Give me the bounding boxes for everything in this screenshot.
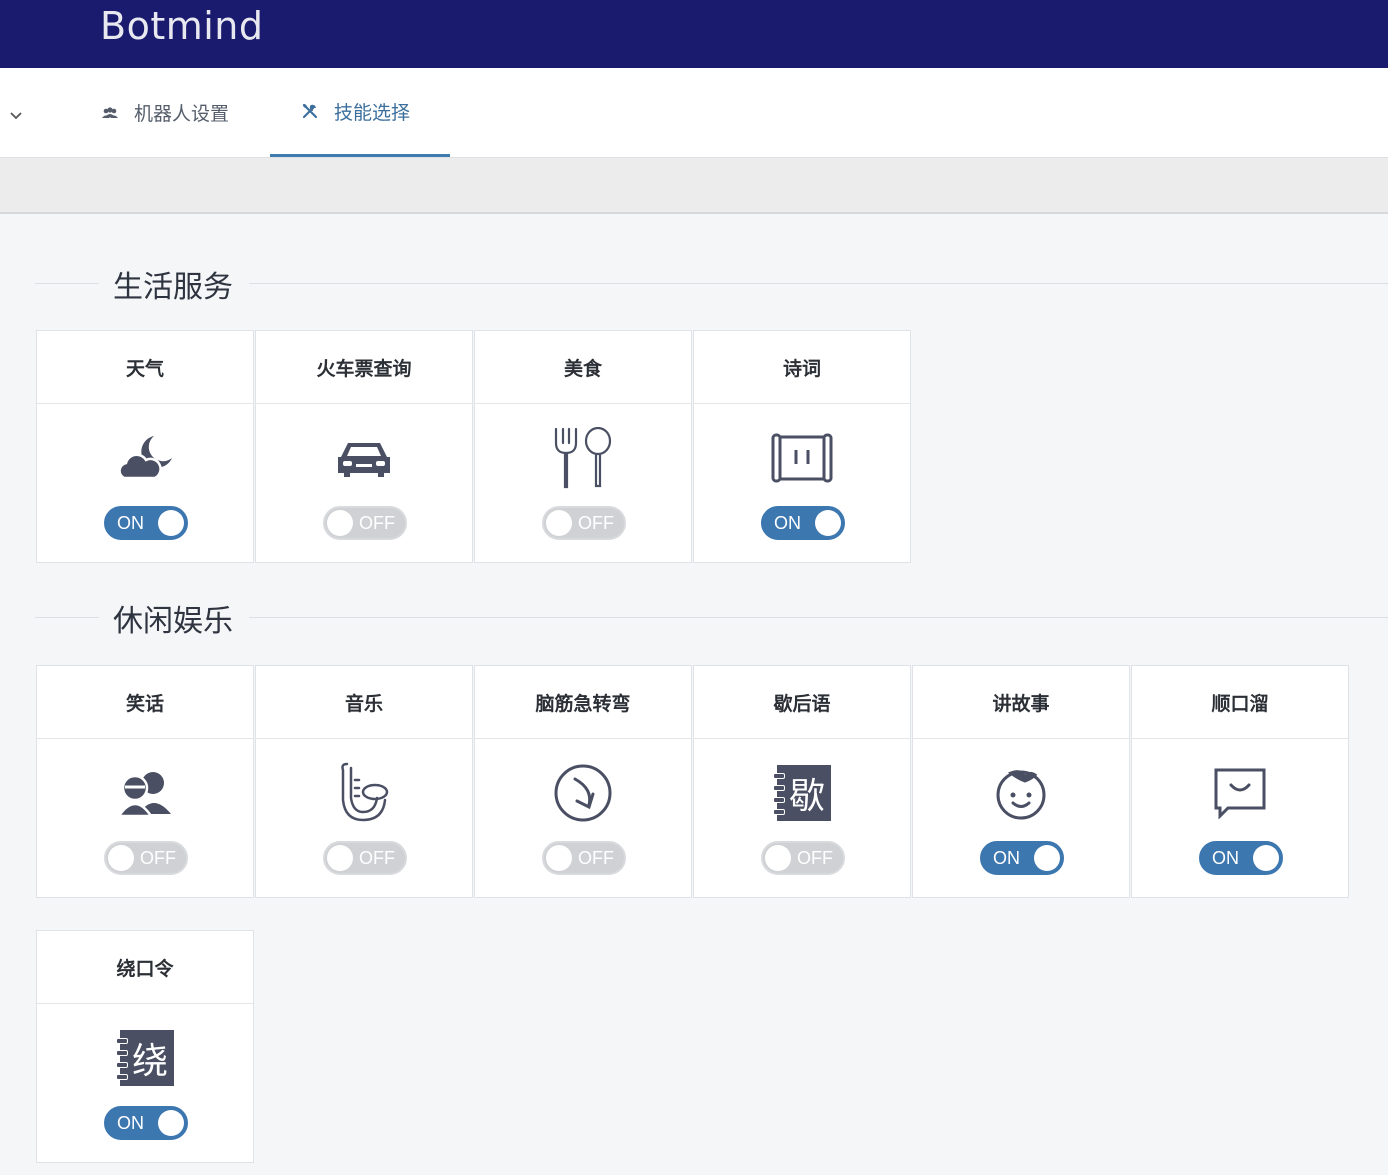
top-bar: Botmind — [0, 0, 1388, 68]
skill-toggle[interactable]: OFF — [323, 841, 407, 875]
section-title-life: 生活服务 — [35, 262, 1388, 306]
cloud-moon-icon — [37, 426, 253, 490]
skill-toggle[interactable]: ON — [1199, 841, 1283, 875]
tab-skill-select[interactable]: 技能选择 — [270, 68, 450, 157]
users-icon — [100, 103, 120, 123]
skill-card: 顺口溜 ON — [1131, 665, 1349, 898]
notebook-icon: 绕 — [37, 1026, 253, 1090]
skill-card: 绕口令 绕 ON — [36, 930, 254, 1163]
tab-label: 技能选择 — [334, 101, 411, 124]
toggle-knob — [815, 510, 841, 536]
skill-card: 笑话 OFF — [36, 665, 254, 898]
fork-spoon-icon — [475, 426, 691, 490]
toggle-knob — [546, 510, 572, 536]
tools-icon — [300, 101, 320, 121]
toggle-knob — [158, 1110, 184, 1136]
toggle-knob — [327, 510, 353, 536]
skill-toggle[interactable]: ON — [980, 841, 1064, 875]
skill-card: 脑筋急转弯 OFF — [474, 665, 692, 898]
tab-robot-settings[interactable]: 机器人设置 — [100, 68, 229, 157]
skill-card: 讲故事 ON — [912, 665, 1130, 898]
toggle-knob — [1034, 845, 1060, 871]
skill-card: 歇后语 歇 OFF — [693, 665, 911, 898]
toolbar-strip — [0, 158, 1388, 214]
skill-toggle[interactable]: OFF — [761, 841, 845, 875]
chevron-down-icon[interactable] — [8, 108, 24, 124]
skill-card: 诗词 ON — [693, 330, 911, 563]
tab-bar: 机器人设置 技能选择 — [0, 68, 1388, 158]
tab-label: 机器人设置 — [134, 103, 230, 125]
brand-logo: Botmind — [100, 4, 264, 48]
toggle-knob — [108, 845, 134, 871]
skill-toggle[interactable]: OFF — [542, 506, 626, 540]
skill-toggle[interactable]: OFF — [323, 506, 407, 540]
turn-arrow-icon — [475, 761, 691, 825]
notebook-glyph: 绕 — [131, 1041, 168, 1082]
toggle-knob — [158, 510, 184, 536]
people-icon — [37, 761, 253, 825]
chat-smile-icon — [1132, 761, 1348, 825]
skill-card: 音乐 OFF — [255, 665, 473, 898]
boy-face-icon — [913, 761, 1129, 825]
skill-toggle[interactable]: ON — [104, 506, 188, 540]
notebook-glyph: 歇 — [788, 776, 825, 817]
section-title-leisure: 休闲娱乐 — [35, 596, 1388, 640]
toggle-knob — [546, 845, 572, 871]
toggle-knob — [765, 845, 791, 871]
scroll-icon — [694, 426, 910, 490]
skill-toggle[interactable]: ON — [761, 506, 845, 540]
skill-toggle[interactable]: OFF — [542, 841, 626, 875]
saxophone-icon — [256, 761, 472, 825]
car-icon — [256, 426, 472, 490]
skill-card: 天气 ON — [36, 330, 254, 563]
skill-toggle[interactable]: OFF — [104, 841, 188, 875]
notebook-icon: 歇 — [694, 761, 910, 825]
skill-card: 美食 OFF — [474, 330, 692, 563]
toggle-knob — [1253, 845, 1279, 871]
skill-toggle[interactable]: ON — [104, 1106, 188, 1140]
toggle-knob — [327, 845, 353, 871]
skill-card: 火车票查询 OFF — [255, 330, 473, 563]
